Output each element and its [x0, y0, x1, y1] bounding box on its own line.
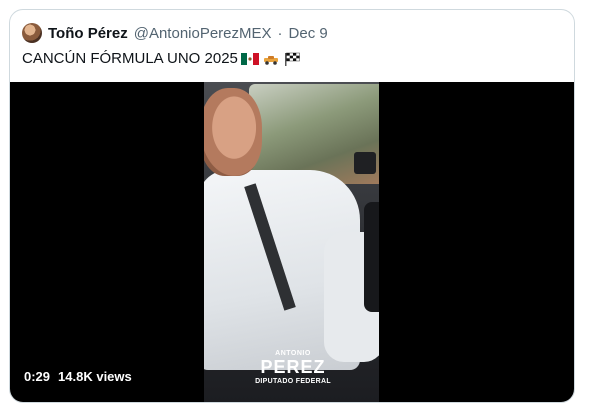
steering-wheel: [364, 202, 379, 312]
watermark-top-text: ANTONIO: [275, 350, 311, 357]
tweet-date[interactable]: Dec 9: [289, 25, 328, 42]
watermark-main-text: PEREZ: [260, 357, 326, 377]
mexico-flag-icon: [240, 52, 259, 65]
person-head: [204, 88, 262, 176]
race-car-icon: [263, 55, 278, 65]
tweet-text: CANCÚN FÓRMULA UNO 2025: [22, 50, 301, 67]
video-views: 14.8K views: [58, 369, 132, 384]
tweet-text-content: CANCÚN FÓRMULA UNO 2025: [22, 50, 238, 67]
separator-dot: ·: [277, 24, 283, 42]
display-name[interactable]: Toño Pérez: [48, 25, 128, 42]
video-watermark: ANTONIO PEREZ DIPUTADO FEDERAL: [254, 350, 332, 385]
tweet-header: Toño Pérez @AntonioPerezMEX · Dec 9: [22, 23, 328, 43]
video-meta: 0:29 14.8K views: [24, 369, 132, 384]
watermark-sub-text: DIPUTADO FEDERAL: [255, 378, 331, 385]
side-mirror: [354, 152, 376, 174]
video-player[interactable]: ANTONIO PEREZ DIPUTADO FEDERAL 0:29 14.8…: [10, 82, 574, 402]
video-duration: 0:29: [24, 369, 51, 384]
video-frame: ANTONIO PEREZ DIPUTADO FEDERAL: [204, 82, 379, 402]
tweet-card[interactable]: Toño Pérez @AntonioPerezMEX · Dec 9 CANC…: [9, 9, 575, 403]
user-handle[interactable]: @AntonioPerezMEX: [134, 25, 272, 42]
avatar[interactable]: [22, 23, 42, 43]
checkered-flag-icon: [284, 52, 300, 66]
